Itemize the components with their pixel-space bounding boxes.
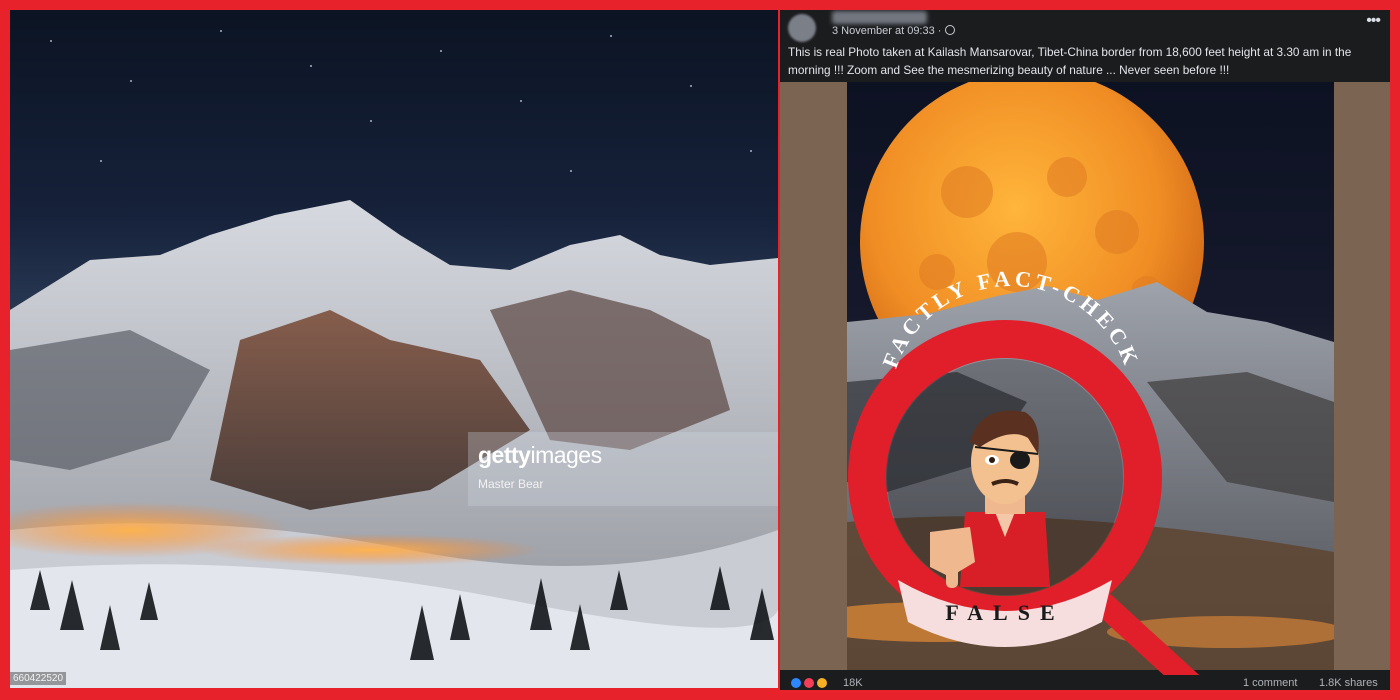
verdict-text: FALSE [945, 600, 1064, 625]
getty-watermark: gettyimages Master Bear [468, 432, 778, 506]
photographer-credit: Master Bear [478, 477, 544, 491]
reaction-icons[interactable] [790, 677, 829, 690]
like-icon [790, 677, 802, 689]
shares-count[interactable]: 1.8K shares [1319, 677, 1378, 689]
wow-icon [816, 677, 829, 689]
snowy-mountains [10, 200, 778, 688]
avatar[interactable] [788, 14, 816, 42]
love-icon [803, 677, 816, 689]
image-id: 660422520 [10, 672, 67, 685]
facebook-post: 3 November at 09:33 · ••• This is real P… [780, 10, 1390, 690]
author-name-blurred[interactable] [832, 11, 927, 24]
getty-logo: gettyimages [478, 442, 602, 468]
more-options-icon[interactable]: ••• [1366, 12, 1381, 30]
reaction-count[interactable]: 18K [843, 677, 863, 689]
reaction-bar: 18K 1 comment 1.8K shares [780, 675, 1390, 690]
globe-icon [945, 25, 956, 35]
comments-count[interactable]: 1 comment [1243, 677, 1297, 689]
post-timestamp[interactable]: 3 November at 09:33 · [832, 25, 956, 37]
fact-check-stamp: FACTLY FACT-CHECK FALSE [848, 266, 1212, 690]
getty-mountain-photo: gettyimages Master Bear 660422520 [10, 10, 778, 688]
post-caption: This is real Photo taken at Kailash Mans… [788, 45, 1352, 77]
post-photo[interactable]: FACTLY FACT-CHECK FALSE [780, 82, 1390, 690]
